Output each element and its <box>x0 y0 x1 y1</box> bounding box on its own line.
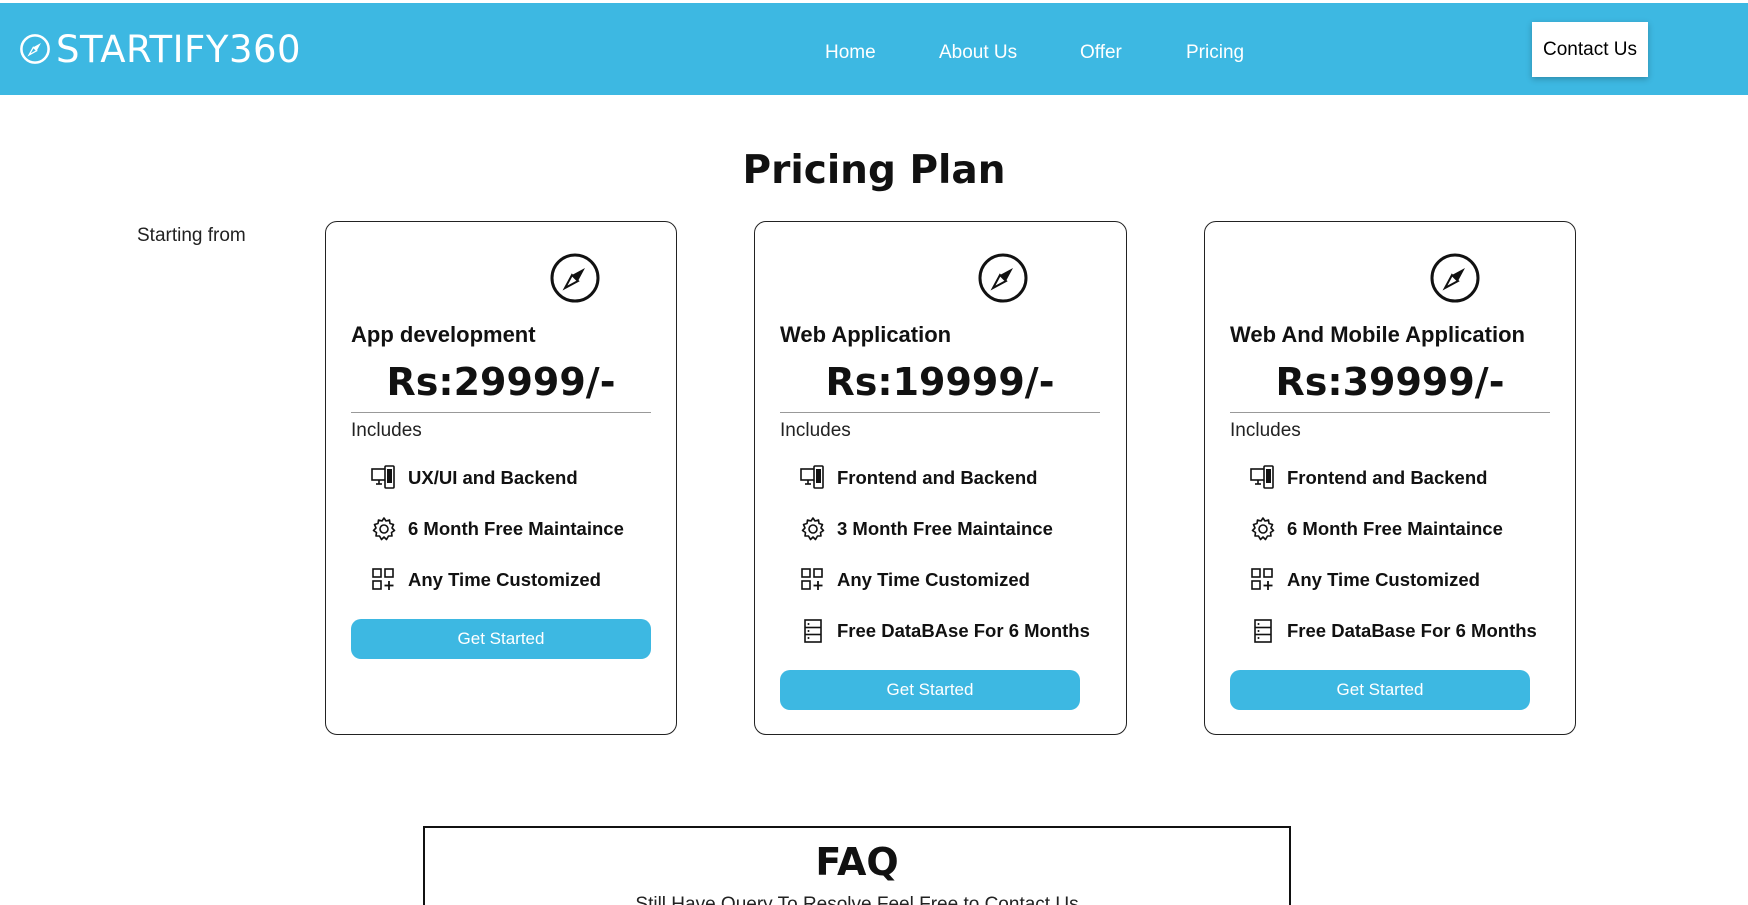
top-navbar: STARTIFY360 Home About Us Offer Pricing … <box>0 3 1748 95</box>
nav-offer-link[interactable]: Offer <box>1080 42 1122 64</box>
feature-item: Frontend and Backend <box>1249 463 1487 493</box>
feature-text: 6 Month Free Maintaince <box>1287 518 1503 539</box>
starting-from-label: Starting from <box>137 225 246 246</box>
compass-icon <box>550 253 600 303</box>
feature-text: Any Time Customized <box>1287 569 1480 590</box>
feature-item: Any Time Customized <box>370 565 601 595</box>
contact-us-button[interactable]: Contact Us <box>1532 22 1648 77</box>
pricing-card-web-and-mobile-application: Web And Mobile Application Rs:39999/- In… <box>1204 221 1576 735</box>
apps-add-icon <box>1251 568 1273 590</box>
devices-icon <box>800 465 824 489</box>
database-icon <box>1254 619 1272 643</box>
get-started-button[interactable]: Get Started <box>351 619 651 659</box>
faq-section: FAQ Still Have Query To Resolve Feel Fre… <box>423 826 1291 905</box>
gear-icon <box>1251 517 1275 541</box>
nav-about-link[interactable]: About Us <box>939 42 1017 64</box>
get-started-button[interactable]: Get Started <box>1230 670 1530 710</box>
feature-text: 3 Month Free Maintaince <box>837 518 1053 539</box>
page-title: Pricing Plan <box>742 148 1006 193</box>
nav-pricing-link[interactable]: Pricing <box>1186 42 1244 64</box>
feature-text: Any Time Customized <box>408 569 601 590</box>
database-icon <box>804 619 822 643</box>
devices-icon <box>1250 465 1274 489</box>
feature-text: Free DataBAse For 6 Months <box>837 620 1090 641</box>
feature-item: UX/UI and Backend <box>370 463 578 493</box>
compass-icon <box>1430 253 1480 303</box>
divider <box>780 412 1100 413</box>
plan-name: Web Application <box>780 322 952 347</box>
plan-name: App development <box>351 322 536 347</box>
pricing-card-web-application: Web Application Rs:19999/- Includes Fron… <box>754 221 1127 735</box>
plan-price: Rs:19999/- <box>825 360 1055 404</box>
includes-label: Includes <box>1230 420 1301 441</box>
compass-icon <box>978 253 1028 303</box>
gear-icon <box>372 517 396 541</box>
apps-add-icon <box>372 568 394 590</box>
feature-text: Free DataBase For 6 Months <box>1287 620 1537 641</box>
feature-item: Free DataBase For 6 Months <box>1249 616 1537 646</box>
feature-text: Frontend and Backend <box>837 467 1038 488</box>
pricing-card-app-development: App development Rs:29999/- Includes UX/U… <box>325 221 677 735</box>
feature-item: 6 Month Free Maintaince <box>1249 514 1503 544</box>
gear-icon <box>801 517 825 541</box>
divider <box>1230 412 1550 413</box>
feature-item: Any Time Customized <box>1249 565 1480 595</box>
plan-price: Rs:39999/- <box>1275 360 1505 404</box>
feature-item: Free DataBAse For 6 Months <box>799 616 1090 646</box>
plan-price: Rs:29999/- <box>386 360 616 404</box>
main-nav: Home About Us Offer Pricing <box>0 42 1748 66</box>
feature-text: Frontend and Backend <box>1287 467 1488 488</box>
divider <box>351 412 651 413</box>
feature-text: Any Time Customized <box>837 569 1030 590</box>
plan-name: Web And Mobile Application <box>1230 322 1525 347</box>
nav-home-link[interactable]: Home <box>825 42 876 64</box>
includes-label: Includes <box>351 420 422 441</box>
feature-item: 6 Month Free Maintaince <box>370 514 624 544</box>
apps-add-icon <box>801 568 823 590</box>
devices-icon <box>371 465 395 489</box>
includes-label: Includes <box>780 420 851 441</box>
feature-item: 3 Month Free Maintaince <box>799 514 1053 544</box>
feature-item: Frontend and Backend <box>799 463 1037 493</box>
faq-subtitle: Still Have Query To Resolve Feel Free to… <box>635 894 1079 905</box>
feature-text: 6 Month Free Maintaince <box>408 518 624 539</box>
feature-text: UX/UI and Backend <box>408 467 578 488</box>
faq-title: FAQ <box>815 840 899 884</box>
feature-item: Any Time Customized <box>799 565 1030 595</box>
get-started-button[interactable]: Get Started <box>780 670 1080 710</box>
